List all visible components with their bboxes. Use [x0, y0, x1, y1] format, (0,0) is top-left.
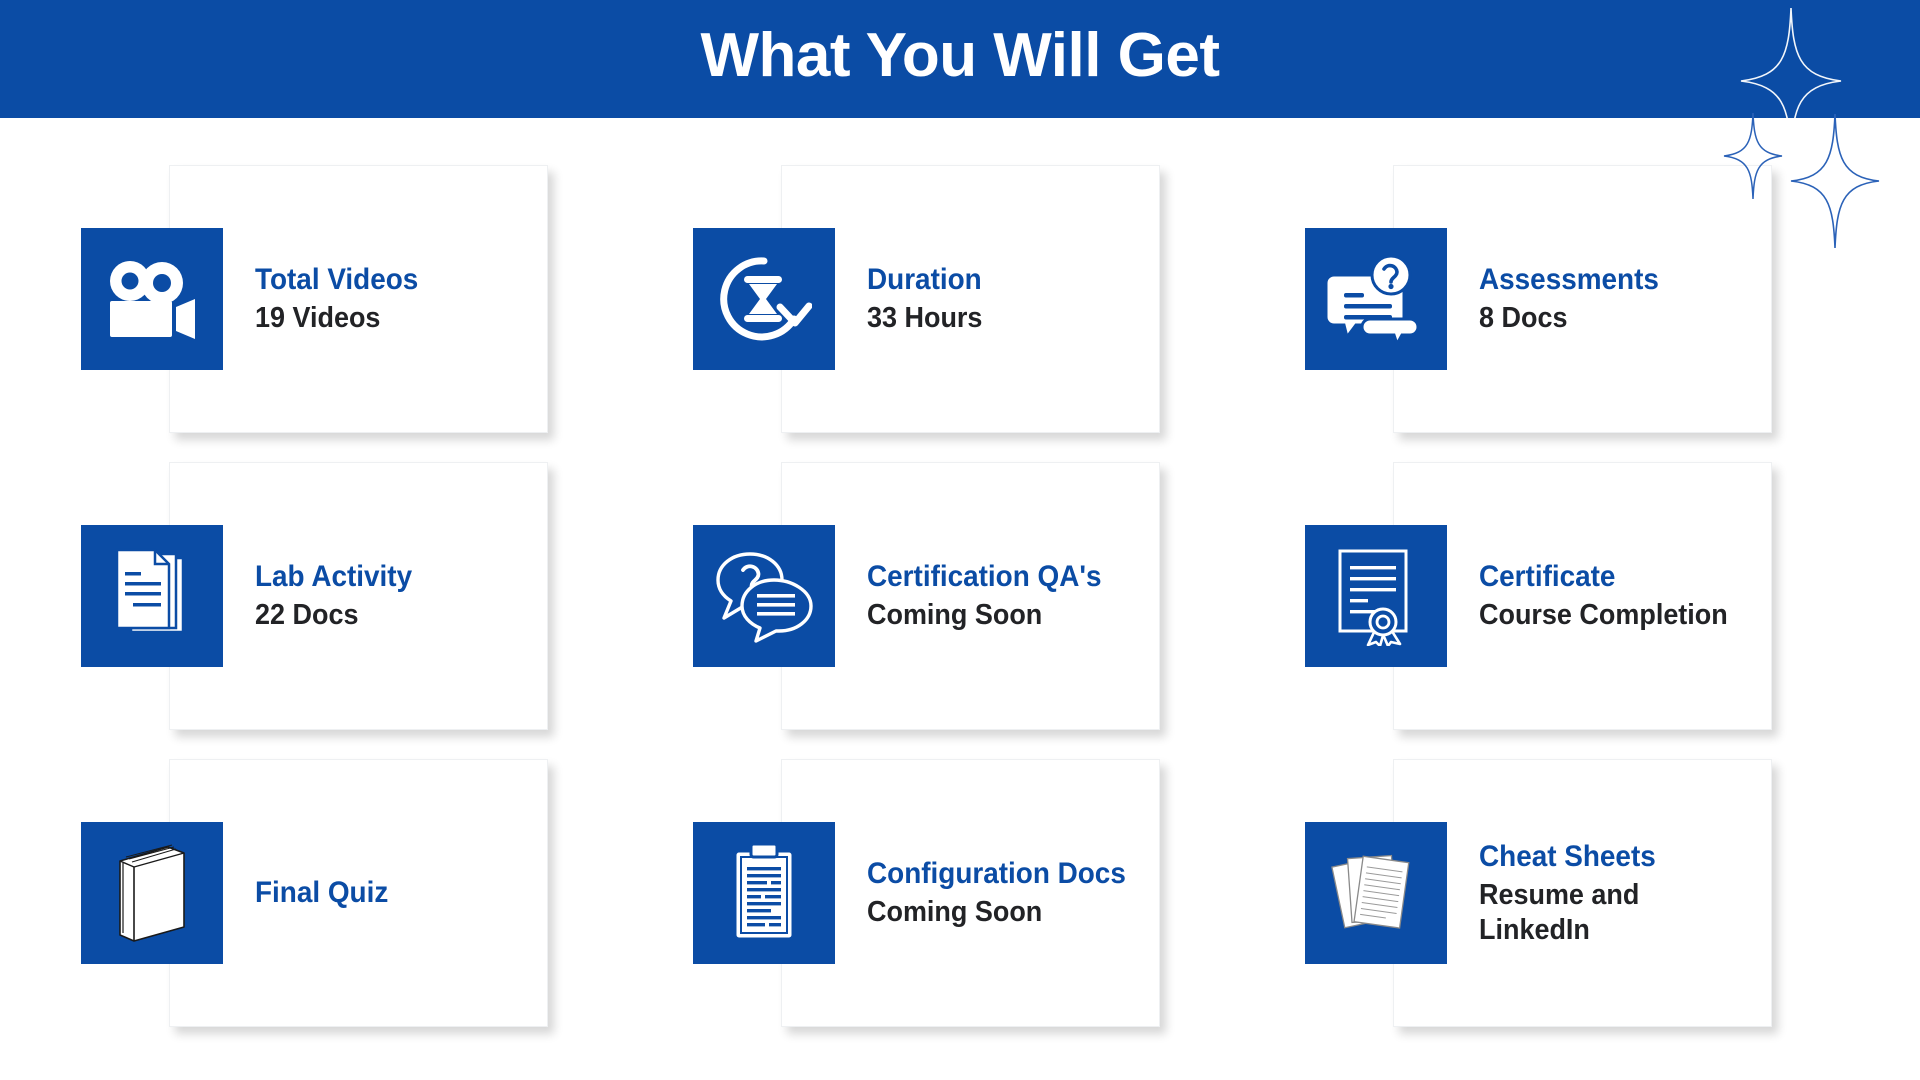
feature-card[interactable]: Configuration Docs Coming Soon: [685, 759, 1160, 1027]
card-subtitle: Course Completion: [1479, 599, 1728, 632]
card-title: Configuration Docs: [867, 856, 1126, 890]
card-subtitle: 22 Docs: [255, 599, 359, 632]
stacked-documents-icon: [81, 525, 223, 667]
video-camera-icon: [81, 228, 223, 370]
feature-card-grid: Total Videos 19 Videos Duration 33 Hours: [0, 118, 1920, 1080]
feature-card[interactable]: Lab Activity 22 Docs: [73, 462, 548, 730]
card-title: Final Quiz: [255, 876, 389, 910]
card-text-block: Duration 33 Hours: [867, 165, 1157, 433]
card-title: Certificate: [1479, 559, 1616, 593]
card-text-block: Total Videos 19 Videos: [255, 165, 545, 433]
card-title: Lab Activity: [255, 559, 413, 593]
paper-sheets-icon: [1305, 822, 1447, 964]
feature-card[interactable]: Duration 33 Hours: [685, 165, 1160, 433]
card-subtitle: Coming Soon: [867, 896, 1043, 929]
card-title: Total Videos: [255, 262, 419, 296]
feature-card[interactable]: Assessments 8 Docs: [1297, 165, 1772, 433]
card-text-block: Cheat Sheets Resume and LinkedIn: [1479, 759, 1769, 1027]
clipboard-document-icon: [693, 822, 835, 964]
card-text-block: Configuration Docs Coming Soon: [867, 759, 1157, 1027]
feature-card[interactable]: Cheat Sheets Resume and LinkedIn: [1297, 759, 1772, 1027]
card-title: Duration: [867, 262, 982, 296]
page-title: What You Will Get: [700, 21, 1220, 90]
card-text-block: Assessments 8 Docs: [1479, 165, 1769, 433]
card-title: Cheat Sheets: [1479, 839, 1656, 873]
card-title: Assessments: [1479, 262, 1659, 296]
card-text-block: Certification QA's Coming Soon: [867, 462, 1157, 730]
card-subtitle: 19 Videos: [255, 302, 381, 335]
feature-card[interactable]: Certificate Course Completion: [1297, 462, 1772, 730]
card-text-block: Final Quiz: [255, 759, 545, 1027]
feature-card[interactable]: Certification QA's Coming Soon: [685, 462, 1160, 730]
page-header: What You Will Get: [0, 0, 1920, 118]
card-subtitle: 33 Hours: [867, 302, 983, 335]
book-icon: [81, 822, 223, 964]
card-subtitle: Coming Soon: [867, 599, 1043, 632]
certificate-ribbon-icon: [1305, 525, 1447, 667]
card-text-block: Lab Activity 22 Docs: [255, 462, 545, 730]
feature-card[interactable]: Final Quiz: [73, 759, 548, 1027]
feature-card[interactable]: Total Videos 19 Videos: [73, 165, 548, 433]
card-title: Certification QA's: [867, 559, 1102, 593]
chat-bubbles-question-icon: [693, 525, 835, 667]
question-chat-document-icon: [1305, 228, 1447, 370]
card-subtitle: Resume and LinkedIn: [1479, 878, 1640, 946]
card-subtitle: 8 Docs: [1479, 302, 1568, 335]
card-text-block: Certificate Course Completion: [1479, 462, 1769, 730]
hourglass-rotate-icon: [693, 228, 835, 370]
